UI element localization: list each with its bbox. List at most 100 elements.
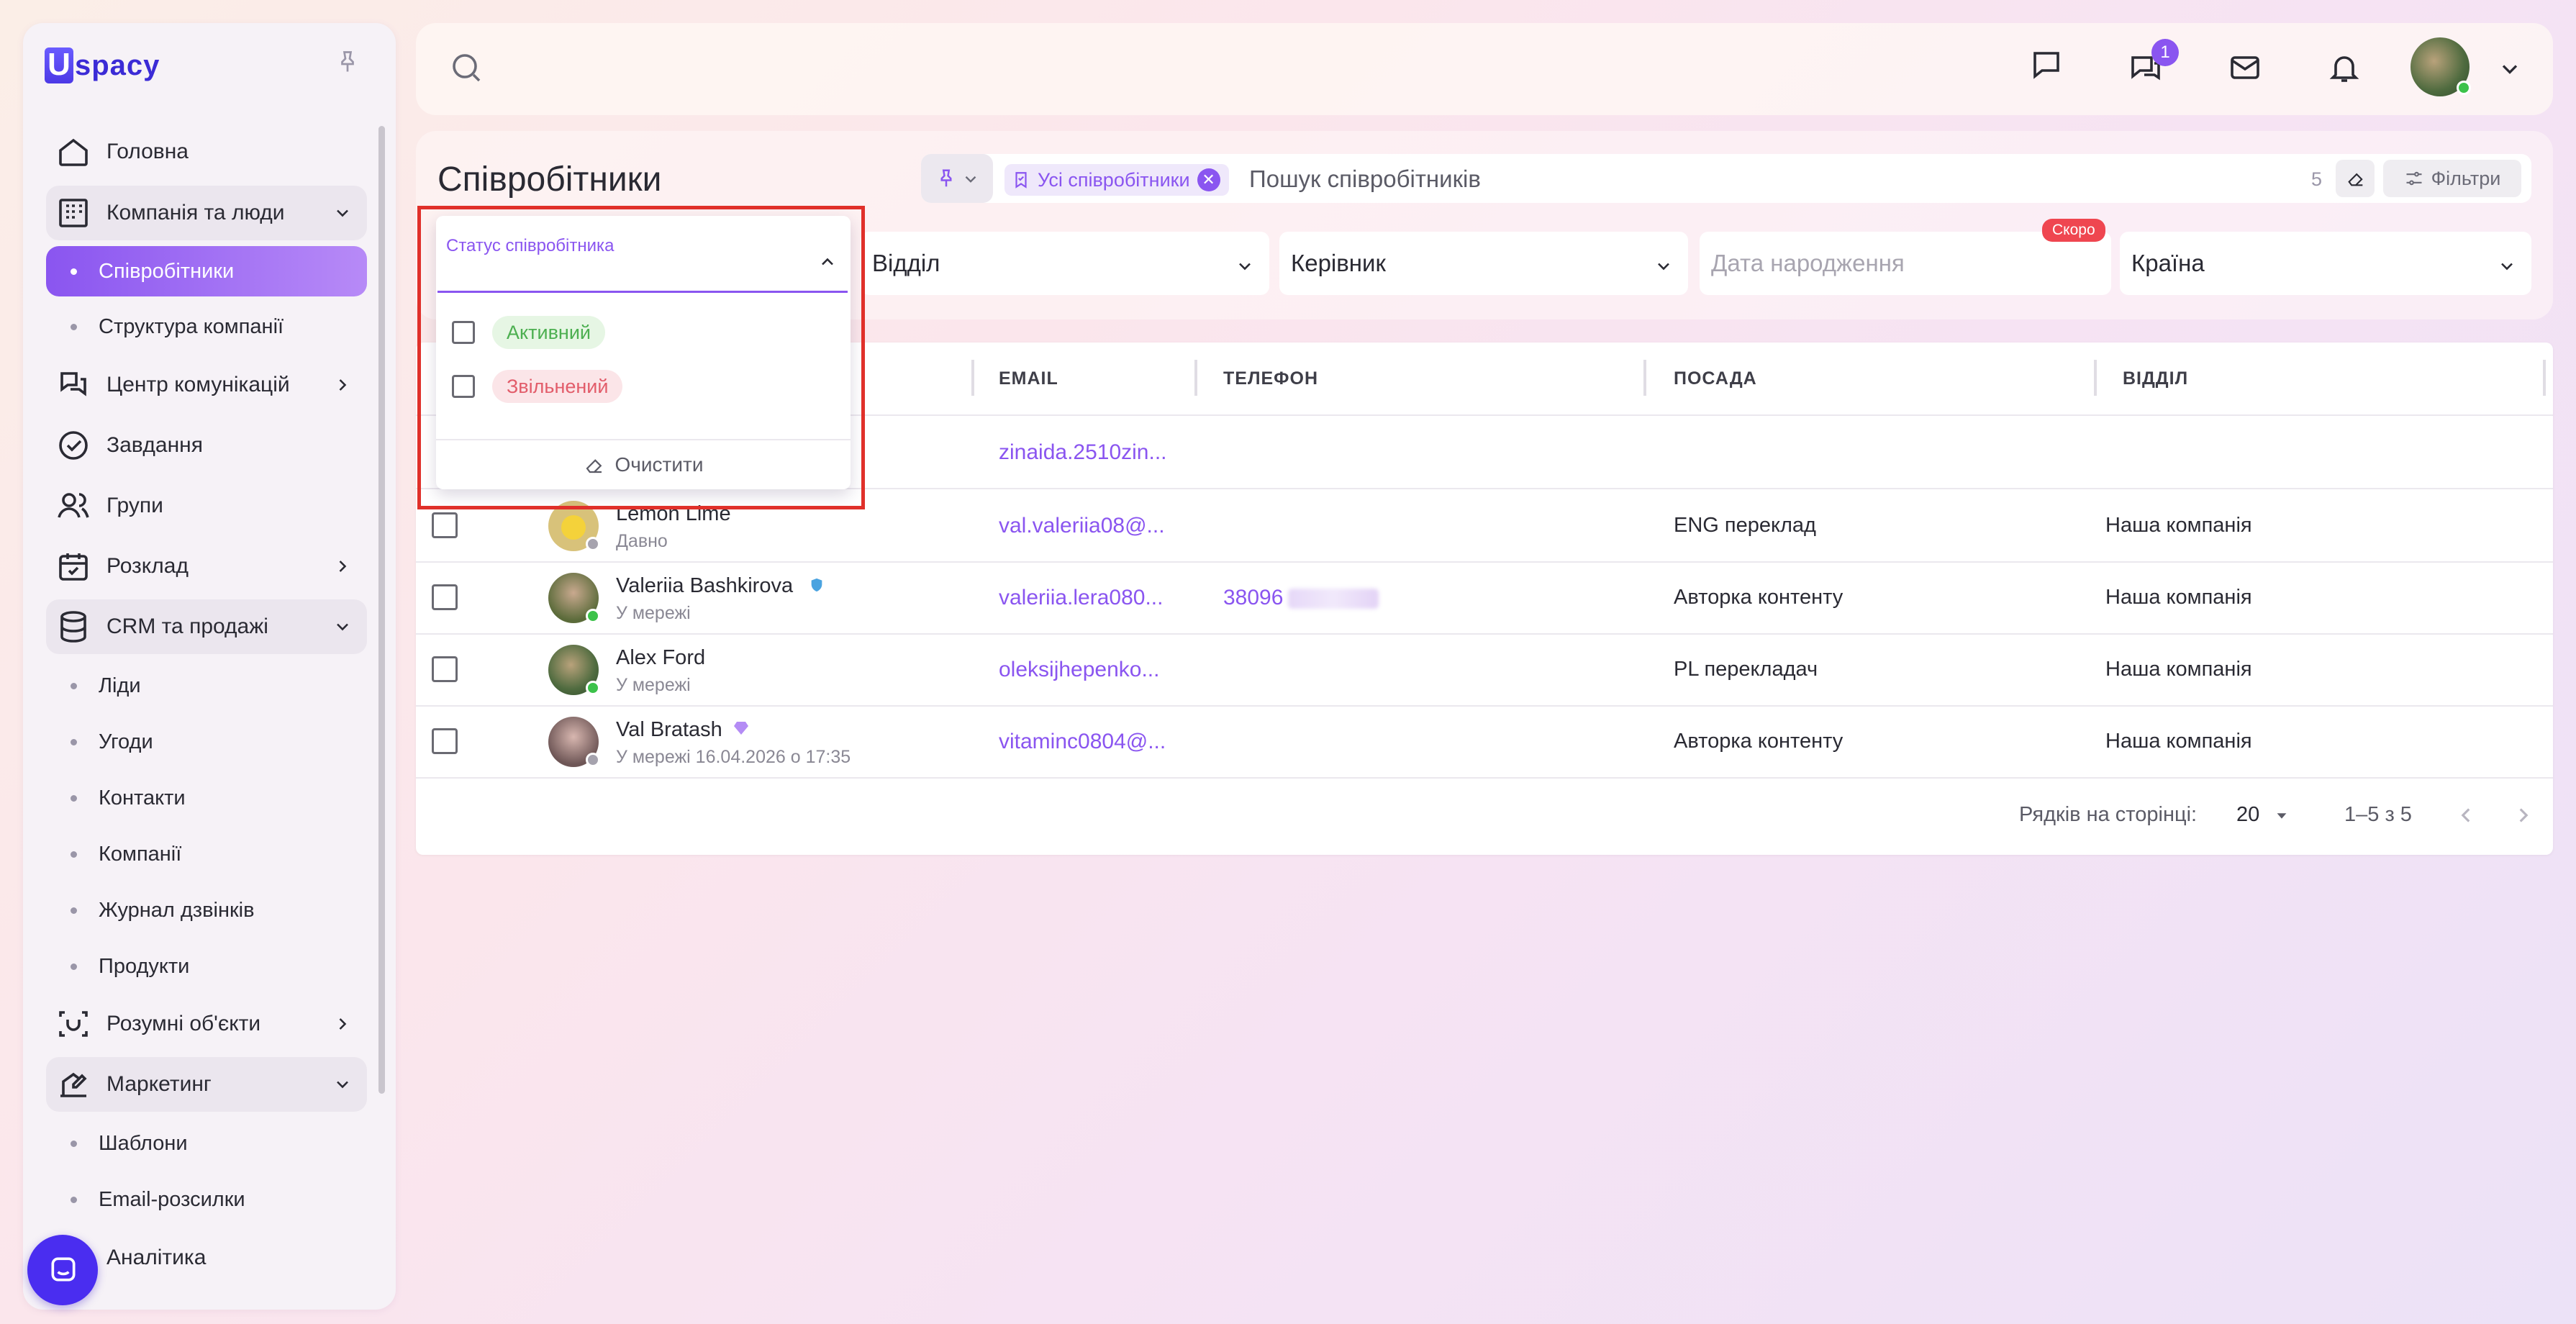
marketing-icon bbox=[60, 1072, 87, 1097]
column-header-phone[interactable]: ТЕЛЕФОН bbox=[1223, 368, 1318, 389]
sidebar-item-crm[interactable]: CRM та продажі bbox=[46, 599, 367, 654]
result-count: 5 bbox=[2311, 168, 2323, 190]
check-circle-icon bbox=[59, 431, 88, 460]
column-resizer[interactable] bbox=[1643, 360, 1646, 396]
sidebar-item-structure[interactable]: Структура компанії bbox=[46, 301, 367, 352]
row-checkbox[interactable] bbox=[432, 656, 458, 682]
search-input[interactable]: Пошук співробітників bbox=[1249, 166, 1481, 193]
sidebar-item-label: Розклад bbox=[106, 554, 189, 578]
email-cell[interactable]: val.valeriia08@... bbox=[999, 514, 1165, 538]
logo-text: spacy bbox=[75, 49, 160, 81]
column-header-email[interactable]: EMAIL bbox=[999, 368, 1058, 389]
sidebar-item-contacts[interactable]: Контакти bbox=[46, 773, 367, 823]
column-header-department[interactable]: ВІДДІЛ bbox=[2123, 368, 2188, 389]
chevron-right-icon bbox=[339, 1018, 347, 1030]
pinned-filters-button[interactable] bbox=[921, 154, 993, 203]
database-icon bbox=[60, 611, 86, 643]
sidebar-item-label: Маркетинг bbox=[106, 1072, 212, 1096]
sidebar-item-email-campaigns[interactable]: Email-розсилки bbox=[46, 1174, 367, 1225]
sidebar-item-label: Шаблони bbox=[99, 1131, 188, 1155]
position-cell: PL перекладач bbox=[1674, 658, 1818, 681]
sidebar-item-label: Продукти bbox=[99, 954, 190, 978]
status-dot bbox=[586, 681, 600, 695]
sidebar-item-products[interactable]: Продукти bbox=[46, 941, 367, 992]
sidebar-item-leads[interactable]: Ліди bbox=[46, 661, 367, 711]
employee-name[interactable]: Alex Ford bbox=[616, 646, 705, 670]
row-checkbox[interactable] bbox=[432, 512, 458, 538]
highlight-box bbox=[417, 206, 865, 509]
status-dot bbox=[586, 537, 600, 551]
row-checkbox[interactable] bbox=[432, 728, 458, 754]
department-select-label: Відділ bbox=[872, 250, 940, 276]
filter-chip[interactable]: Усі співробітники ✕ bbox=[1004, 164, 1229, 196]
column-resizer[interactable] bbox=[971, 360, 974, 396]
sidebar-item-groups[interactable]: Групи bbox=[46, 479, 367, 533]
employee-status: У мережі bbox=[616, 603, 691, 623]
email-cell[interactable]: zinaida.2510zin... bbox=[999, 440, 1167, 465]
mail-icon[interactable] bbox=[2228, 50, 2262, 85]
sidebar-item-templates[interactable]: Шаблони bbox=[46, 1118, 367, 1169]
email-cell[interactable]: vitaminc0804@... bbox=[999, 730, 1166, 754]
manager-select[interactable]: Керівник bbox=[1279, 232, 1688, 295]
sidebar-item-marketing[interactable]: Маркетинг bbox=[46, 1057, 367, 1112]
sidebar-item-label: Email-розсилки bbox=[99, 1187, 245, 1211]
users-icon bbox=[58, 493, 89, 518]
bullet-dot bbox=[71, 963, 77, 970]
sidebar-scrollbar[interactable] bbox=[378, 126, 385, 1094]
column-resizer[interactable] bbox=[1194, 360, 1197, 396]
employee-status: Давно bbox=[616, 531, 668, 551]
chevron-down-icon bbox=[337, 1081, 348, 1089]
app-logo[interactable]: U spacy bbox=[45, 47, 160, 83]
sidebar-item-label: Структура компанії bbox=[99, 314, 284, 338]
employee-name[interactable]: Valeriia Bashkirova bbox=[616, 574, 793, 598]
column-resizer[interactable] bbox=[2543, 360, 2546, 396]
column-resizer[interactable] bbox=[2094, 360, 2097, 396]
sidebar-item-home[interactable]: Головна bbox=[46, 124, 367, 179]
support-chat-button[interactable] bbox=[27, 1235, 98, 1305]
previous-page-icon[interactable] bbox=[2454, 803, 2478, 828]
email-cell[interactable]: valeriia.lera080... bbox=[999, 586, 1163, 610]
phone-cell[interactable]: 38096 bbox=[1223, 586, 1283, 610]
row-divider bbox=[416, 561, 2553, 563]
filters-button[interactable]: Фільтри bbox=[2383, 160, 2521, 197]
sidebar-item-communications[interactable]: Центр комунікацій bbox=[46, 358, 367, 412]
filters-button-label: Фільтри bbox=[2431, 167, 2501, 189]
search-icon[interactable] bbox=[449, 50, 484, 85]
chat-icon[interactable] bbox=[2029, 47, 2064, 82]
employee-status: У мережі bbox=[616, 675, 691, 695]
department-select[interactable]: Відділ bbox=[861, 232, 1269, 295]
country-select[interactable]: Країна bbox=[2120, 232, 2531, 295]
status-dot bbox=[586, 753, 600, 767]
sidebar-item-smart-objects[interactable]: Розумні об'єкти bbox=[46, 997, 367, 1051]
sidebar-item-tasks[interactable]: Завдання bbox=[46, 418, 367, 473]
department-cell: Наша компанія bbox=[2105, 730, 2252, 753]
position-cell: Авторка контенту bbox=[1674, 730, 1843, 753]
row-checkbox[interactable] bbox=[432, 584, 458, 610]
email-cell[interactable]: oleksijhepenko... bbox=[999, 658, 1159, 682]
remove-filter-icon[interactable]: ✕ bbox=[1197, 168, 1220, 191]
chevron-right-icon bbox=[339, 561, 347, 572]
employee-name[interactable]: Val Bratash bbox=[616, 718, 722, 742]
filter-sliders-icon bbox=[2406, 171, 2422, 186]
clear-filters-button[interactable] bbox=[2336, 160, 2375, 197]
rows-per-page-select[interactable]: 20 bbox=[2236, 803, 2290, 827]
sidebar-item-companies[interactable]: Компанії bbox=[46, 829, 367, 879]
pin-sidebar-icon[interactable] bbox=[335, 47, 360, 76]
bell-icon[interactable] bbox=[2327, 50, 2362, 85]
department-cell: Наша компанія bbox=[2105, 586, 2252, 609]
sidebar-item-deals[interactable]: Угоди bbox=[46, 717, 367, 767]
sidebar-item-company[interactable]: Компанія та люди bbox=[46, 186, 367, 240]
department-cell: Наша компанія bbox=[2105, 658, 2252, 681]
sidebar-item-call-log[interactable]: Журнал дзвінків bbox=[46, 885, 367, 935]
sidebar-item-label: Компанії bbox=[99, 842, 182, 866]
bullet-dot bbox=[71, 323, 77, 330]
chevron-down-icon[interactable] bbox=[2497, 56, 2523, 82]
column-header-position[interactable]: ПОСАДА bbox=[1674, 368, 1757, 389]
next-page-icon[interactable] bbox=[2511, 803, 2536, 828]
bullet-dot bbox=[71, 907, 77, 914]
sidebar-item-schedule[interactable]: Розклад bbox=[46, 539, 367, 594]
sidebar-item-label: Компанія та люди bbox=[106, 201, 285, 225]
sidebar-item-employees[interactable]: Співробітники bbox=[46, 246, 367, 296]
bookmark-icon bbox=[1015, 172, 1027, 189]
sidebar-item-label: Завдання bbox=[106, 433, 203, 457]
